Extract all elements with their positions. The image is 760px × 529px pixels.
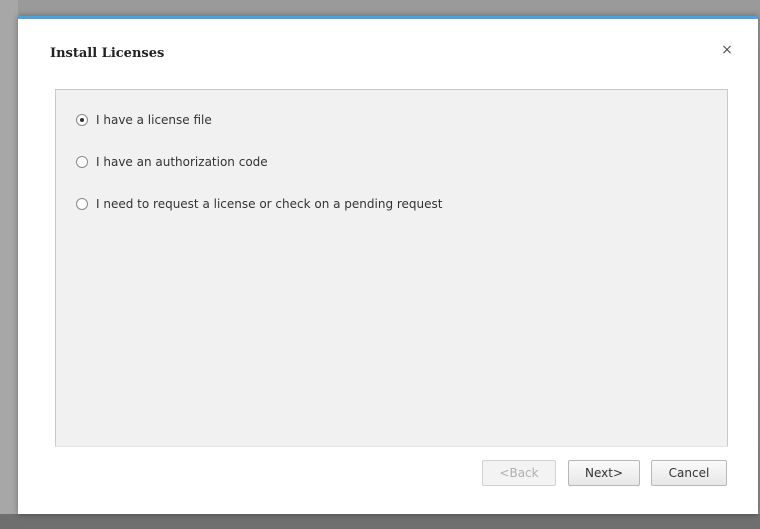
option-request-license[interactable]: I need to request a license or check on … (76, 194, 443, 214)
option-label: I have a license file (96, 113, 212, 127)
background-sidebar (0, 0, 18, 529)
radio-license-file[interactable] (76, 114, 88, 126)
back-button[interactable]: <Back (482, 460, 556, 486)
dialog-title: Install Licenses (50, 46, 165, 61)
option-license-file[interactable]: I have a license file (76, 110, 212, 130)
close-icon[interactable]: × (718, 41, 736, 59)
option-label: I need to request a license or check on … (96, 197, 443, 211)
option-label: I have an authorization code (96, 155, 268, 169)
install-licenses-dialog: Install Licenses × I have a license file… (18, 16, 758, 514)
cancel-button[interactable]: Cancel (651, 460, 727, 486)
radio-authorization-code[interactable] (76, 156, 88, 168)
footer-divider (55, 446, 728, 447)
radio-request-license[interactable] (76, 198, 88, 210)
next-button[interactable]: Next> (568, 460, 640, 486)
options-panel: I have a license file I have an authoriz… (55, 89, 728, 446)
option-authorization-code[interactable]: I have an authorization code (76, 152, 268, 172)
background-statusbar (0, 514, 760, 529)
